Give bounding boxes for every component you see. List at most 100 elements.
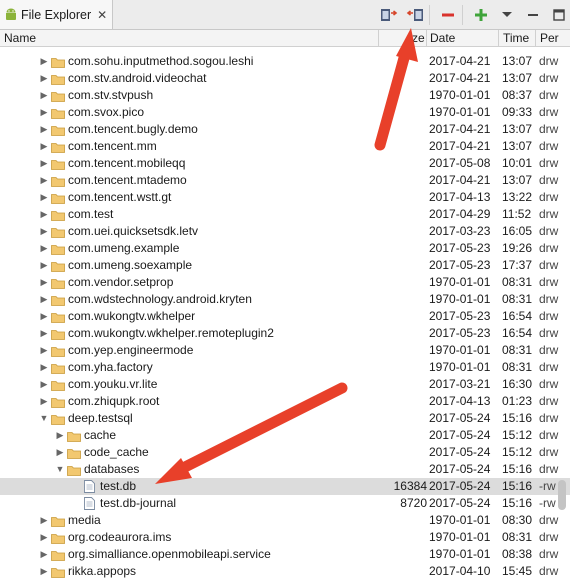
folder-row[interactable]: ▶ com.tencent.mtademo 2017-04-21 13:07 drw xyxy=(0,172,570,189)
folder-row[interactable]: ▶ com.tencent.mobileqq 2017-05-08 10:01 drw xyxy=(0,155,570,172)
folder-row[interactable]: ▼ databases 2017-05-24 15:16 drw xyxy=(0,461,570,478)
expand-right-icon[interactable]: ▶ xyxy=(39,257,49,274)
row-name: com.wukongtv.wkhelper.remoteplugin2 xyxy=(68,326,274,340)
row-name: test.db-journal xyxy=(100,496,177,510)
folder-row[interactable]: ▶ com.yep.engineermode 1970-01-01 08:31 drw xyxy=(0,342,570,359)
column-time[interactable]: Time xyxy=(503,31,529,46)
expand-right-icon[interactable]: ▶ xyxy=(39,121,49,138)
expand-right-icon[interactable]: ▶ xyxy=(39,512,49,529)
minimize-icon[interactable] xyxy=(522,4,544,26)
expand-right-icon[interactable]: ▶ xyxy=(39,529,49,546)
folder-row[interactable]: ▶ org.codeaurora.ims 1970-01-01 08:31 drw xyxy=(0,529,570,546)
expand-right-icon[interactable]: ▶ xyxy=(39,308,49,325)
folder-icon xyxy=(51,141,65,153)
row-date: 1970-01-01 xyxy=(429,360,491,374)
expand-right-icon[interactable]: ▶ xyxy=(39,206,49,223)
expand-down-icon[interactable]: ▼ xyxy=(39,410,49,427)
folder-row[interactable]: ▶ com.youku.vr.lite 2017-03-21 16:30 drw xyxy=(0,376,570,393)
expand-right-icon[interactable]: ▶ xyxy=(39,189,49,206)
expand-right-icon[interactable]: ▶ xyxy=(39,376,49,393)
folder-row[interactable]: ▶ com.yha.factory 1970-01-01 08:31 drw xyxy=(0,359,570,376)
folder-row[interactable]: ▶ rikka.appops 2017-04-10 15:45 drw xyxy=(0,563,570,580)
row-permissions: drw xyxy=(539,224,559,238)
expand-right-icon[interactable]: ▶ xyxy=(39,70,49,87)
expand-right-icon[interactable]: ▶ xyxy=(39,104,49,121)
row-permissions: drw xyxy=(539,122,559,136)
row-date: 2017-05-24 xyxy=(429,496,491,510)
row-date: 2017-04-10 xyxy=(429,564,491,578)
folder-row[interactable]: ▶ com.zhiqupk.root 2017-04-13 01:23 drw xyxy=(0,393,570,410)
expand-right-icon[interactable]: ▶ xyxy=(55,427,65,444)
expand-right-icon[interactable]: ▶ xyxy=(39,359,49,376)
pull-file-icon[interactable] xyxy=(378,4,400,26)
file-row[interactable]: test.db-journal 8720 2017-05-24 15:16 -rw xyxy=(0,495,570,512)
expand-right-icon[interactable]: ▶ xyxy=(39,291,49,308)
expand-right-icon[interactable]: ▶ xyxy=(39,172,49,189)
vertical-scrollbar[interactable] xyxy=(558,480,566,510)
folder-row[interactable]: ▶ com.stv.android.videochat 2017-04-21 13:0… xyxy=(0,70,570,87)
delete-icon[interactable] xyxy=(437,4,459,26)
folder-icon xyxy=(51,158,65,170)
expand-right-icon[interactable]: ▶ xyxy=(39,342,49,359)
folder-row[interactable]: ▶ media 1970-01-01 08:30 drw xyxy=(0,512,570,529)
folder-row[interactable]: ▶ com.wukongtv.wkhelper 2017-05-23 16:54 drw xyxy=(0,308,570,325)
expand-right-icon[interactable]: ▶ xyxy=(39,138,49,155)
tab-file-explorer[interactable]: File Explorer ✕ xyxy=(0,0,113,29)
folder-row[interactable]: ▶ com.umeng.example 2017-05-23 19:26 drw xyxy=(0,240,570,257)
expand-right-icon[interactable]: ▶ xyxy=(39,240,49,257)
maximize-icon[interactable] xyxy=(548,4,570,26)
close-icon[interactable]: ✕ xyxy=(97,8,107,22)
folder-row[interactable]: ▶ com.tencent.wstt.gt 2017-04-13 13:22 drw xyxy=(0,189,570,206)
column-divider[interactable] xyxy=(498,30,499,46)
column-name[interactable]: Name xyxy=(4,31,36,46)
expand-right-icon[interactable]: ▶ xyxy=(39,563,49,580)
row-time: 08:30 xyxy=(502,513,533,527)
folder-row[interactable]: ▶ com.test 2017-04-29 11:52 drw xyxy=(0,206,570,223)
file-row[interactable]: test.db 16384 2017-05-24 15:16 -rw xyxy=(0,478,570,495)
column-divider[interactable] xyxy=(535,30,536,46)
expand-right-icon[interactable]: ▶ xyxy=(55,444,65,461)
folder-row[interactable]: ▶ com.tencent.mm 2017-04-21 13:07 drw xyxy=(0,138,570,155)
folder-row[interactable]: ▶ com.uei.quicksetsdk.letv 2017-03-23 16:05… xyxy=(0,223,570,240)
expand-right-icon[interactable]: ▶ xyxy=(39,223,49,240)
view-title-bar: File Explorer ✕ xyxy=(0,0,570,30)
expand-right-icon[interactable]: ▶ xyxy=(39,546,49,563)
folder-icon xyxy=(51,226,65,238)
column-date[interactable]: Date xyxy=(430,31,455,46)
new-folder-icon[interactable] xyxy=(470,4,492,26)
view-menu-icon[interactable] xyxy=(496,4,518,26)
row-permissions: drw xyxy=(539,207,559,221)
folder-row[interactable]: ▶ com.vendor.setprop 1970-01-01 08:31 drw xyxy=(0,274,570,291)
column-permissions[interactable]: Per xyxy=(540,31,559,46)
push-file-icon[interactable] xyxy=(404,4,426,26)
folder-row[interactable]: ▼ deep.testsql 2017-05-24 15:16 drw xyxy=(0,410,570,427)
row-permissions: drw xyxy=(539,428,559,442)
expand-right-icon[interactable]: ▶ xyxy=(39,393,49,410)
expand-right-icon[interactable]: ▶ xyxy=(39,274,49,291)
folder-row[interactable]: ▶ code_cache 2017-05-24 15:12 drw xyxy=(0,444,570,461)
expand-right-icon[interactable]: ▶ xyxy=(39,53,49,70)
folder-icon xyxy=(51,379,65,391)
column-divider[interactable] xyxy=(426,30,427,46)
column-size[interactable]: ze xyxy=(412,31,425,46)
folder-row[interactable]: ▶ com.umeng.soexample 2017-05-23 17:37 drw xyxy=(0,257,570,274)
file-tree[interactable]: ▶ com.sohu.inputmethod.sogou.leshi 2017-04… xyxy=(0,47,570,583)
folder-row[interactable]: ▶ com.stv.stvpush 1970-01-01 08:37 drw xyxy=(0,87,570,104)
expand-right-icon[interactable]: ▶ xyxy=(39,325,49,342)
expand-right-icon[interactable]: ▶ xyxy=(39,87,49,104)
folder-row[interactable]: ▶ org.simalliance.openmobileapi.service 19… xyxy=(0,546,570,563)
folder-row[interactable]: ▶ com.svox.pico 1970-01-01 09:33 drw xyxy=(0,104,570,121)
folder-row[interactable]: ▶ com.wdstechnology.android.kryten 1970-01… xyxy=(0,291,570,308)
row-name: com.wdstechnology.android.kryten xyxy=(68,292,252,306)
row-name: com.test xyxy=(68,207,114,221)
row-name: com.tencent.mtademo xyxy=(68,173,187,187)
folder-row[interactable]: ▶ cache 2017-05-24 15:12 drw xyxy=(0,427,570,444)
column-divider[interactable] xyxy=(378,30,379,46)
row-permissions: drw xyxy=(539,513,559,527)
folder-icon xyxy=(67,447,81,459)
expand-right-icon[interactable]: ▶ xyxy=(39,155,49,172)
folder-row[interactable]: ▶ com.wukongtv.wkhelper.remoteplugin2 2017… xyxy=(0,325,570,342)
expand-down-icon[interactable]: ▼ xyxy=(55,461,65,478)
folder-row[interactable]: ▶ com.sohu.inputmethod.sogou.leshi 2017-04… xyxy=(0,53,570,70)
folder-row[interactable]: ▶ com.tencent.bugly.demo 2017-04-21 13:07 dr… xyxy=(0,121,570,138)
